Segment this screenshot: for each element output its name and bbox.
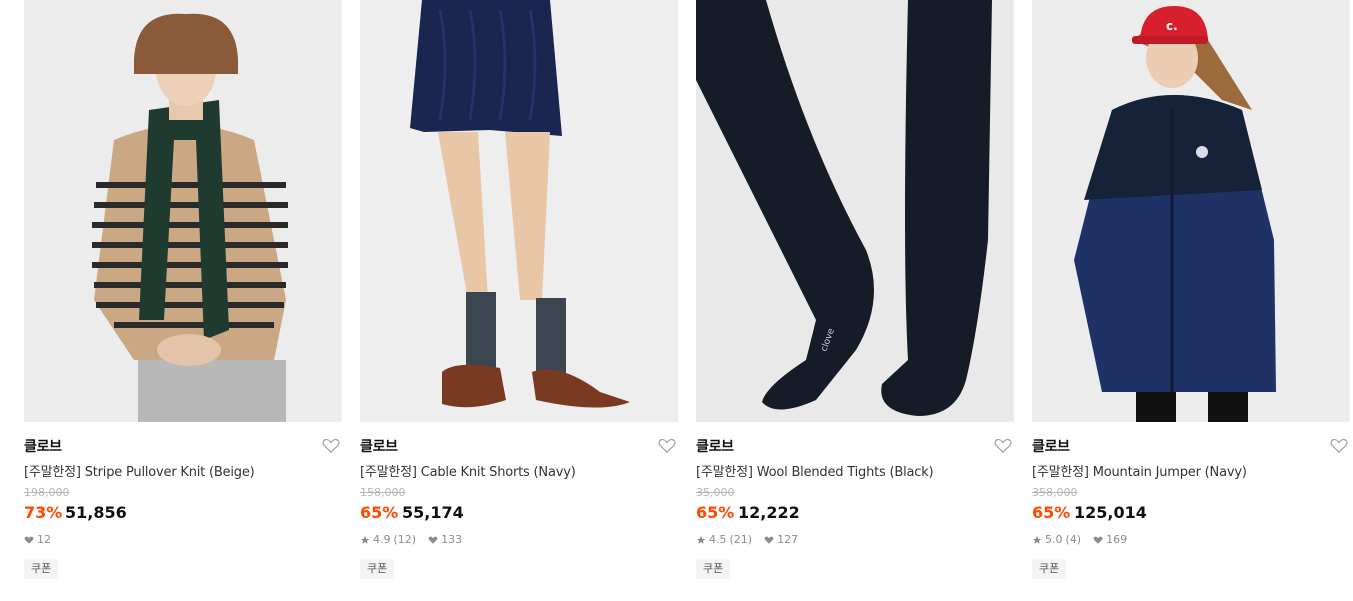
original-price: 35,000 bbox=[696, 486, 735, 499]
sale-price: 12,222 bbox=[738, 503, 800, 522]
product-card[interactable]: 클로브 [주말한정] Stripe Pullover Knit (Beige) … bbox=[24, 0, 342, 601]
heart-outline-icon[interactable] bbox=[1330, 437, 1348, 454]
rating-value: 4.9 bbox=[373, 533, 391, 546]
heart-outline-icon[interactable] bbox=[658, 437, 676, 454]
product-image[interactable] bbox=[360, 0, 678, 422]
coupon-badge: 쿠폰 bbox=[696, 559, 731, 579]
like-count: 133 bbox=[441, 533, 463, 546]
product-image[interactable]: clove bbox=[696, 0, 1014, 422]
heart-icon bbox=[764, 536, 774, 544]
star-icon bbox=[360, 535, 370, 544]
sale-price: 51,856 bbox=[65, 503, 127, 522]
sale-price: 55,174 bbox=[402, 503, 464, 522]
product-grid: 클로브 [주말한정] Stripe Pullover Knit (Beige) … bbox=[0, 0, 1353, 601]
coupon-badge: 쿠폰 bbox=[1032, 559, 1067, 579]
original-price: 158,000 bbox=[360, 486, 406, 499]
discount-rate: 73% bbox=[24, 503, 63, 522]
sale-price: 125,014 bbox=[1074, 503, 1147, 522]
heart-icon bbox=[1093, 536, 1103, 544]
original-price: 358,000 bbox=[1032, 486, 1078, 499]
brand-name[interactable]: 클로브 bbox=[1032, 436, 1070, 456]
heart-icon bbox=[24, 536, 34, 544]
original-price: 198,000 bbox=[24, 486, 70, 499]
star-icon bbox=[1032, 535, 1042, 544]
product-name[interactable]: [주말한정] Stripe Pullover Knit (Beige) bbox=[24, 461, 255, 480]
product-name[interactable]: [주말한정] Cable Knit Shorts (Navy) bbox=[360, 461, 576, 480]
brand-name[interactable]: 클로브 bbox=[360, 436, 398, 456]
product-stats: 5.0 (4) 169 bbox=[1032, 533, 1127, 546]
product-card[interactable]: 클로브 [주말한정] Cable Knit Shorts (Navy) 158,… bbox=[360, 0, 678, 601]
product-card[interactable]: clove 클로브 [주말한정] Wool Blended Tights (Bl… bbox=[696, 0, 1014, 601]
discount-rate: 65% bbox=[1032, 503, 1071, 522]
product-name[interactable]: [주말한정] Mountain Jumper (Navy) bbox=[1032, 461, 1247, 480]
discount-rate: 65% bbox=[360, 503, 399, 522]
product-stats: 4.5 (21) 127 bbox=[696, 533, 798, 546]
rating-value: 5.0 bbox=[1045, 533, 1063, 546]
like-count: 127 bbox=[777, 533, 799, 546]
heart-outline-icon[interactable] bbox=[994, 437, 1012, 454]
brand-name[interactable]: 클로브 bbox=[24, 436, 62, 456]
heart-icon bbox=[428, 536, 438, 544]
brand-name[interactable]: 클로브 bbox=[696, 436, 734, 456]
coupon-badge: 쿠폰 bbox=[360, 559, 395, 579]
like-count: 12 bbox=[37, 533, 51, 546]
heart-outline-icon[interactable] bbox=[322, 437, 340, 454]
review-count: (12) bbox=[393, 533, 417, 546]
review-count: (4) bbox=[1065, 533, 1082, 546]
product-image[interactable] bbox=[24, 0, 342, 422]
product-card[interactable]: c. 클로브 [주말한정] Mountain Jumper (Navy) 358… bbox=[1032, 0, 1350, 601]
discount-rate: 65% bbox=[696, 503, 735, 522]
svg-text:c.: c. bbox=[1166, 19, 1178, 33]
rating-value: 4.5 bbox=[709, 533, 727, 546]
star-icon bbox=[696, 535, 706, 544]
review-count: (21) bbox=[729, 533, 753, 546]
product-name[interactable]: [주말한정] Wool Blended Tights (Black) bbox=[696, 461, 934, 480]
product-stats: 12 bbox=[24, 533, 51, 546]
coupon-badge: 쿠폰 bbox=[24, 559, 59, 579]
product-stats: 4.9 (12) 133 bbox=[360, 533, 462, 546]
like-count: 169 bbox=[1106, 533, 1128, 546]
product-image[interactable]: c. bbox=[1032, 0, 1350, 422]
